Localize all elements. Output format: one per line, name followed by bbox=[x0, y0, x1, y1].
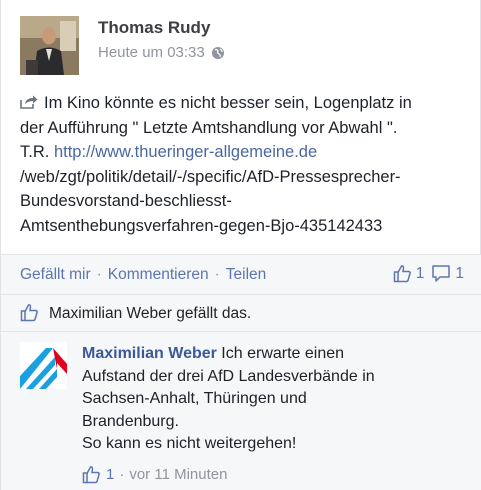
like-count[interactable]: 1 bbox=[416, 265, 425, 283]
post-action-bar: Gefällt mir · Kommentieren · Teilen 1 1 bbox=[1, 254, 481, 294]
post-meta: Heute um 03:33 bbox=[98, 44, 225, 61]
post-body-line: der Aufführung " Letzte Amtshandlung vor… bbox=[20, 118, 398, 137]
thumbs-up-icon[interactable] bbox=[82, 465, 101, 484]
shared-link-icon bbox=[20, 95, 38, 109]
thumbs-up-icon[interactable] bbox=[393, 264, 412, 283]
comment-icon[interactable] bbox=[431, 264, 451, 283]
post-author-name[interactable]: Thomas Rudy bbox=[98, 18, 210, 38]
post-body-line: Bundesvorstand-beschliesst- bbox=[20, 192, 232, 210]
separator: · bbox=[214, 266, 220, 283]
comment-line: Maximilian Weber Ich erwarte einen bbox=[82, 345, 345, 362]
post-body-line: Amtsenthebungsverfahren-gegen-Bjo-435142… bbox=[20, 216, 383, 235]
share-button[interactable]: Teilen bbox=[226, 266, 267, 284]
comment-line: Brandenburg. bbox=[82, 412, 179, 430]
author-avatar[interactable] bbox=[20, 16, 79, 75]
like-button[interactable]: Gefällt mir bbox=[20, 266, 91, 284]
post-link[interactable]: http://www.thueringer-allgemeine.de bbox=[54, 143, 317, 161]
commenter-name[interactable]: Maximilian Weber bbox=[82, 345, 217, 362]
action-links: Gefällt mir · Kommentieren · Teilen bbox=[20, 266, 266, 284]
commenter-avatar[interactable] bbox=[20, 342, 67, 389]
post-counts: 1 1 bbox=[393, 264, 464, 283]
comment-time[interactable]: vor 11 Minuten bbox=[129, 466, 227, 483]
separator: · bbox=[119, 466, 125, 483]
thumbs-up-icon bbox=[20, 304, 38, 322]
post-body-line: T.R. http://www.thueringer-allgemeine.de bbox=[20, 143, 318, 161]
comment-like-count[interactable]: 1 bbox=[106, 466, 114, 483]
post-body: Im Kino könnte es nicht besser sein, Log… bbox=[20, 91, 470, 238]
comment-line: So kann es nicht weitergehen! bbox=[82, 435, 297, 452]
separator: · bbox=[96, 266, 102, 283]
facebook-post: Thomas Rudy Heute um 03:33 Im Kino könnt… bbox=[0, 0, 481, 490]
comment-meta: 1 · vor 11 Minuten bbox=[82, 465, 227, 484]
comment-count[interactable]: 1 bbox=[455, 265, 464, 283]
comment-line: Aufstand der drei AfD Landesverbände in bbox=[82, 367, 375, 385]
post-body-line: Im Kino könnte es nicht besser sein, Log… bbox=[20, 91, 470, 116]
likes-summary-text[interactable]: Maximilian Weber gefällt das. bbox=[49, 305, 251, 323]
comment-line: Sachsen-Anhalt, Thüringen und bbox=[82, 390, 307, 407]
comment-body: Maximilian Weber Ich erwarte einen Aufst… bbox=[82, 343, 422, 456]
comment: Maximilian Weber Ich erwarte einen Aufst… bbox=[1, 331, 481, 490]
likes-summary-row: Maximilian Weber gefällt das. bbox=[1, 294, 481, 331]
globe-icon[interactable] bbox=[211, 46, 225, 60]
comment-button[interactable]: Kommentieren bbox=[108, 266, 209, 284]
post-body-line: /web/zgt/politik/detail/-/specific/AfD-P… bbox=[20, 167, 401, 186]
post-timestamp[interactable]: Heute um 03:33 bbox=[98, 44, 205, 61]
